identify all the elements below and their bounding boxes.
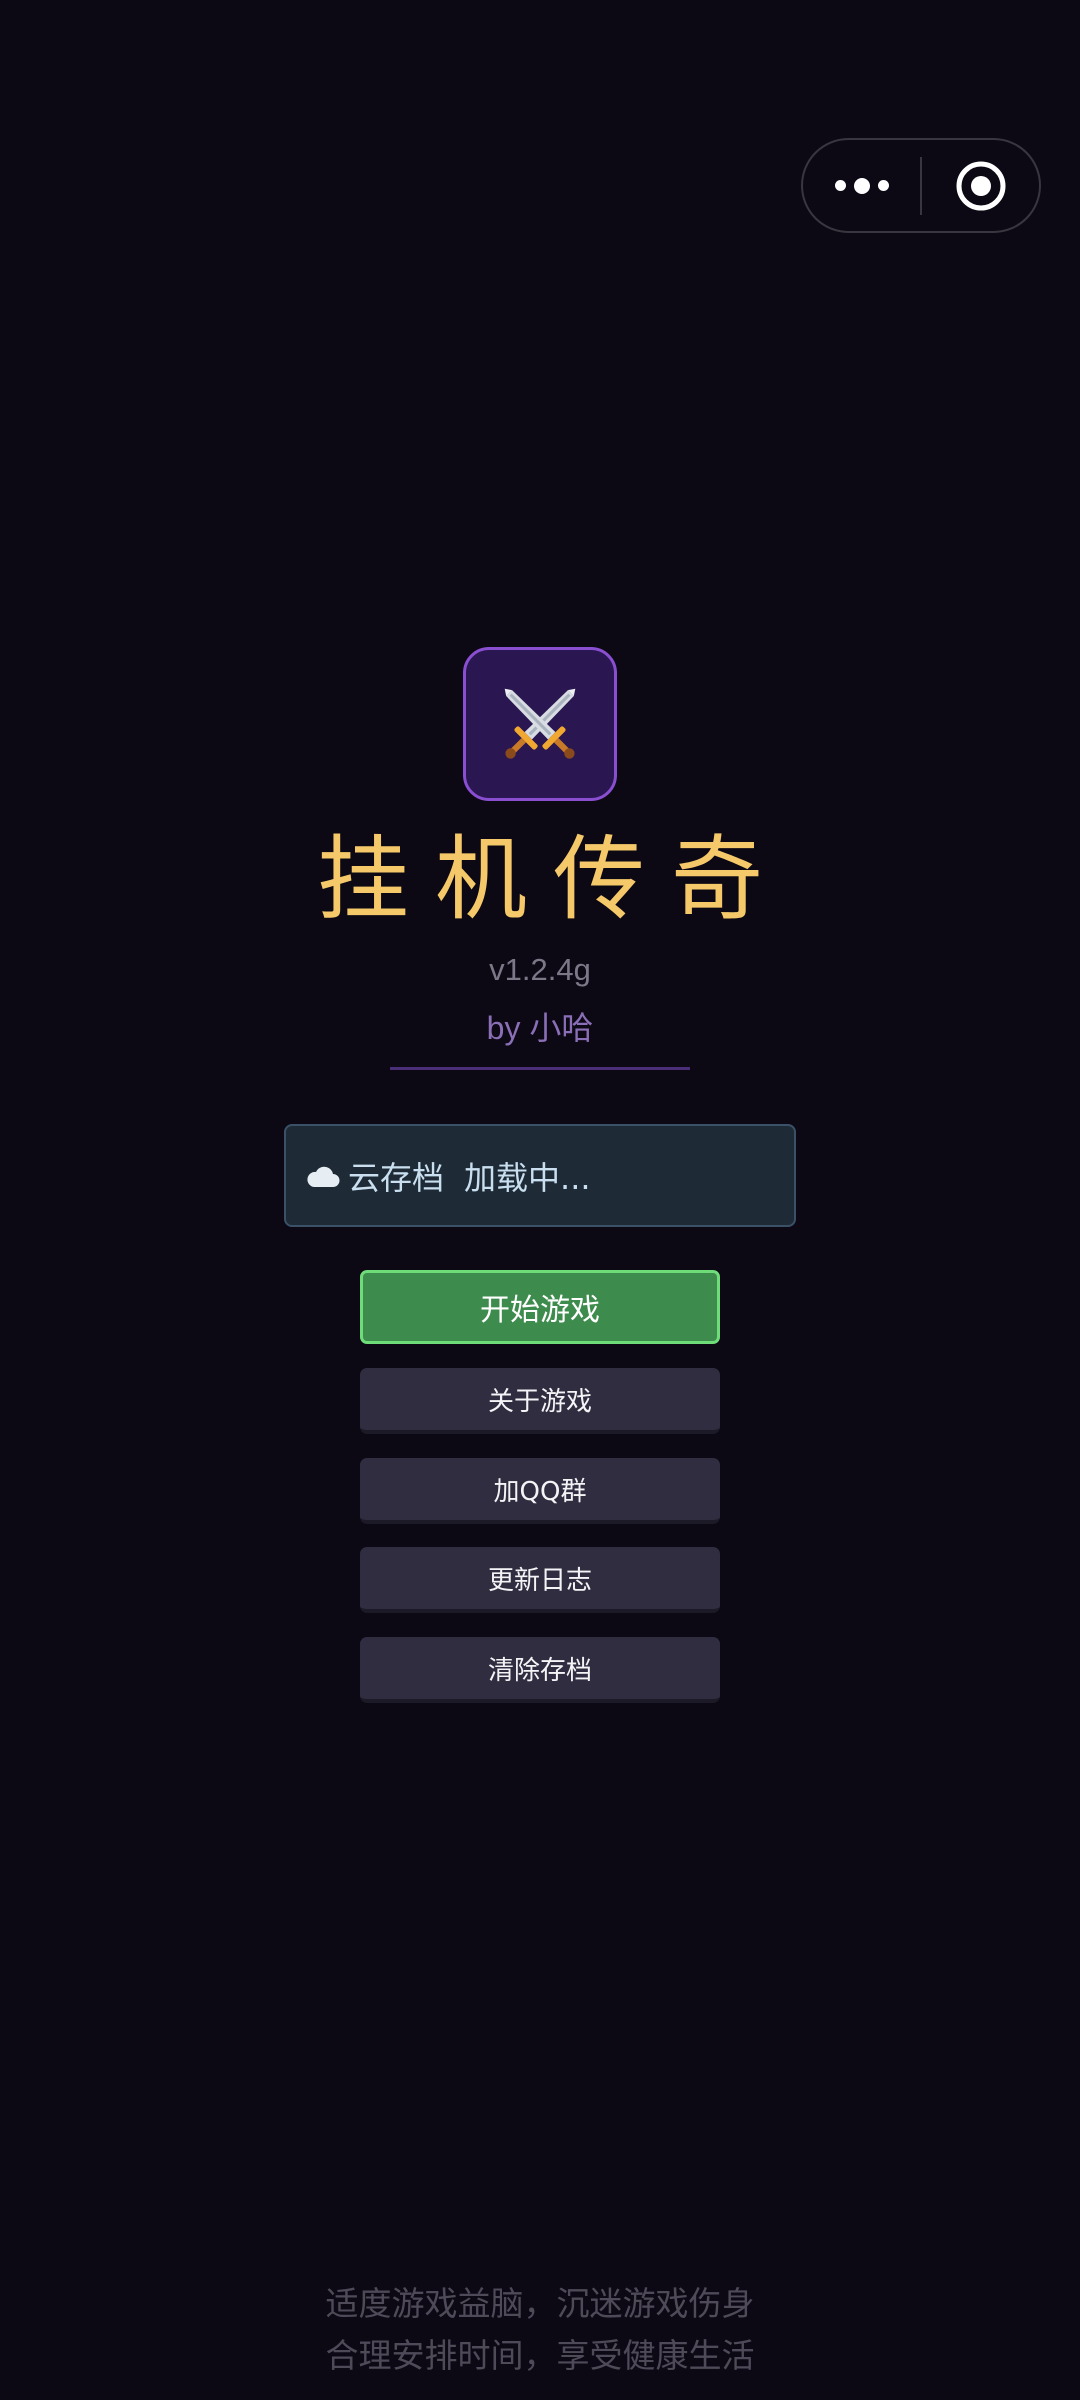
game-title: 挂机传奇: [316, 826, 789, 933]
author-label: by 小哈: [486, 1010, 594, 1046]
cloud-save-value: 加载中...: [464, 1158, 591, 1197]
title-divider: [390, 1067, 690, 1070]
game-logo: [463, 647, 617, 801]
start-game-button[interactable]: 开始游戏: [360, 1270, 720, 1344]
changelog-button[interactable]: 更新日志: [360, 1547, 720, 1613]
version-label: v1.2.4g: [489, 952, 591, 987]
cloud-save-label: 云存档: [348, 1158, 445, 1197]
cloud-save-status: 云存档 加载中...: [284, 1124, 796, 1227]
crossed-swords-icon: [504, 688, 576, 759]
clear-save-button[interactable]: 清除存档: [360, 1637, 720, 1703]
about-game-button[interactable]: 关于游戏: [360, 1368, 720, 1434]
close-miniprogram-button[interactable]: [922, 140, 1039, 231]
health-notice-line-1: 适度游戏益脑，沉迷游戏伤身: [325, 2284, 755, 2323]
target-circle-icon: [956, 161, 1005, 210]
health-notice: 适度游戏益脑，沉迷游戏伤身 合理安排时间，享受健康生活: [0, 2278, 1080, 2382]
join-qq-group-button[interactable]: 加QQ群: [360, 1458, 720, 1524]
more-dots-icon: [834, 177, 889, 194]
more-button[interactable]: [803, 140, 920, 231]
cloud-icon: [307, 1166, 340, 1187]
health-notice-line-2: 合理安排时间，享受健康生活: [325, 2336, 755, 2375]
miniprogram-capsule: [801, 138, 1041, 233]
